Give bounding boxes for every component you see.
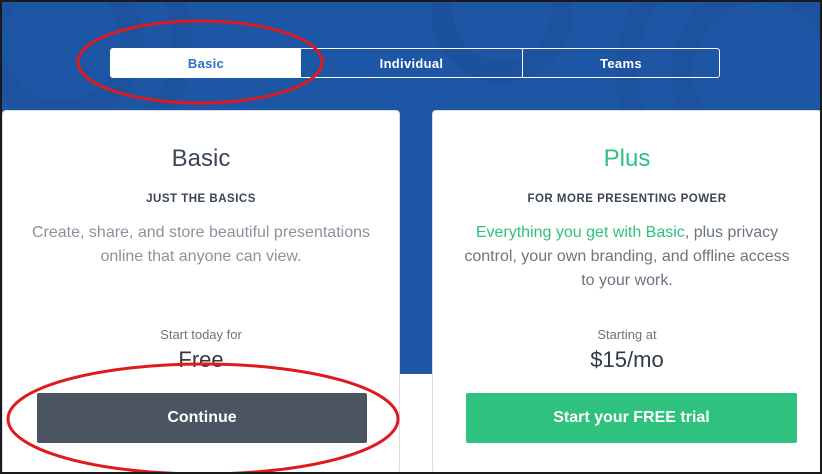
plan-price: Free — [178, 347, 224, 372]
plan-description: Create, share, and store beautiful prese… — [32, 224, 370, 265]
plan-subtitle: FOR MORE PRESENTING POWER — [527, 193, 727, 205]
price-label: Starting at — [597, 327, 657, 342]
plan-title: Basic — [171, 145, 231, 172]
plan-description: Everything you get with Basic, plus priv… — [461, 221, 793, 293]
plan-price: $15/mo — [590, 347, 664, 372]
basic-plan-card: Basic JUST THE BASICS Create, share, and… — [2, 110, 400, 472]
description-highlight: Everything you get with Basic — [475, 224, 685, 241]
plus-plan-card: Plus FOR MORE PRESENTING POWER Everythin… — [432, 110, 820, 472]
plan-subtitle: JUST THE BASICS — [146, 193, 256, 205]
start-free-trial-button[interactable]: Start your FREE trial — [466, 393, 797, 443]
tab-individual[interactable]: Individual — [301, 49, 523, 77]
price-label: Start today for — [160, 327, 242, 342]
pricing-page: Basic Individual Teams Basic JUST THE BA… — [0, 0, 822, 474]
continue-button[interactable]: Continue — [37, 393, 367, 443]
tab-basic[interactable]: Basic — [111, 49, 301, 77]
plan-title: Plus — [603, 145, 651, 172]
tab-teams[interactable]: Teams — [523, 49, 719, 77]
plan-tabs: Basic Individual Teams — [110, 48, 720, 78]
